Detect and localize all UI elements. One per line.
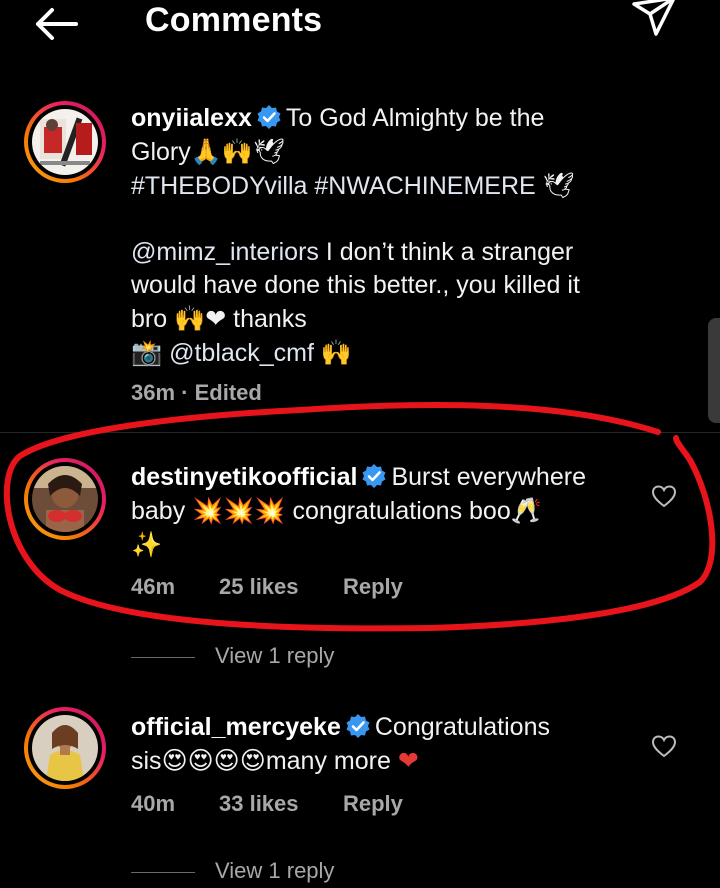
comment-meta-3: 40m 33 likes Reply xyxy=(131,791,403,817)
dove-emoji: 🕊 xyxy=(542,171,575,200)
verified-badge-icon xyxy=(257,105,281,129)
avatar-image xyxy=(32,109,98,175)
comment-body-1: onyiialexx To God Almighty be the Glory🙏🙌… xyxy=(131,104,580,367)
raised-hands-emoji: 🙌 xyxy=(320,338,353,367)
raised-hands-heart-emoji: 🙌❤ xyxy=(174,304,227,333)
heart-icon xyxy=(651,735,677,758)
view-replies-button[interactable]: View 1 reply xyxy=(131,858,334,888)
comment-meta-2: 46m 25 likes Reply xyxy=(131,574,403,600)
collision-emoji: 💥💥💥 xyxy=(192,496,286,525)
comment-username[interactable]: official_mercyeke xyxy=(131,713,341,741)
red-heart-emoji: ❤ xyxy=(397,746,419,775)
page-title: Comments xyxy=(145,1,323,39)
view-replies-button[interactable]: View 1 reply xyxy=(131,643,334,673)
like-button[interactable] xyxy=(651,484,677,510)
camera-emoji: 📸 xyxy=(131,338,163,367)
share-button[interactable] xyxy=(628,0,680,40)
scrollbar[interactable] xyxy=(708,318,720,423)
mention-link[interactable]: @mimz_interiors xyxy=(131,238,319,266)
comment-body-3: official_mercyeke Congratulations sis😍😍😍😍… xyxy=(131,713,550,775)
back-arrow-icon xyxy=(36,8,78,40)
avatar-destinyetikoofficial[interactable] xyxy=(24,458,106,540)
divider xyxy=(0,432,720,433)
like-count[interactable]: 25 likes xyxy=(219,574,343,600)
mention-link[interactable]: @tblack_cmf xyxy=(169,339,314,367)
verified-badge-icon xyxy=(362,464,386,488)
comment-time: 36m xyxy=(131,380,176,405)
comment-username[interactable]: destinyetikoofficial xyxy=(131,463,357,491)
like-button[interactable] xyxy=(651,734,677,760)
comment-time: 46m xyxy=(131,574,176,599)
comment-meta-1: 36m · Edited xyxy=(131,380,262,406)
verified-badge-icon xyxy=(346,714,370,738)
reply-button[interactable]: Reply xyxy=(343,791,403,817)
avatar-onyiialexx[interactable] xyxy=(24,101,106,183)
edited-label: · Edited xyxy=(181,380,262,405)
paper-plane-icon xyxy=(632,0,675,36)
back-button[interactable] xyxy=(30,4,82,44)
heart-eyes-emoji: 😍😍😍😍 xyxy=(161,746,266,775)
champagne-emoji: 🥂 xyxy=(510,496,542,525)
heart-icon xyxy=(651,485,677,508)
avatar-image xyxy=(32,466,98,532)
like-count[interactable]: 33 likes xyxy=(219,791,343,817)
reply-line xyxy=(131,656,195,658)
comments-header: Comments xyxy=(0,0,720,50)
praying-hands-emoji: 🙏🙌🕊 xyxy=(190,137,285,166)
comment-time: 40m xyxy=(131,791,176,816)
reply-button[interactable]: Reply xyxy=(343,574,403,600)
comment-username[interactable]: onyiialexx xyxy=(131,104,252,132)
hashtag-links[interactable]: #THEBODYvilla #NWACHINEMERE xyxy=(131,172,536,200)
avatar-official-mercyeke[interactable] xyxy=(24,707,106,789)
avatar-image xyxy=(32,715,98,781)
sparkles-emoji: ✨ xyxy=(131,530,163,559)
comment-body-2: destinyetikoofficial Burst everywhere bab… xyxy=(131,463,586,559)
